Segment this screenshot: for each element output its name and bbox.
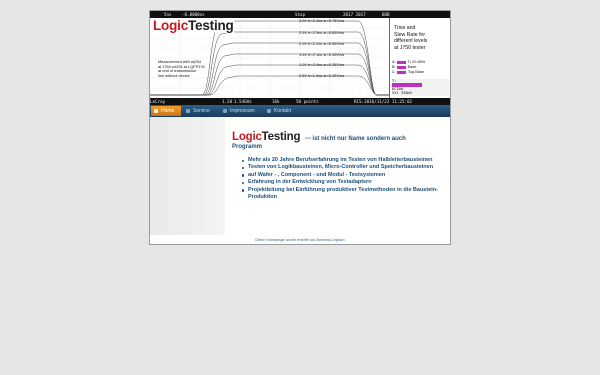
- panel-title: Trise and Slew Rate for different levels…: [394, 25, 428, 51]
- channel-swatch-icon: [396, 70, 406, 74]
- page-headline: LogicTesting --- ist nicht nur Name sond…: [232, 131, 406, 150]
- trace-label: 3.0V tr=2.4ns sr=0.75V/ns: [299, 17, 345, 23]
- logo: LogicTesting: [153, 18, 234, 33]
- scope-info-panel: Trise and Slew Rate for different levels…: [389, 18, 450, 98]
- channel-row: C: Top-Base: [392, 70, 424, 74]
- nav-impressum[interactable]: Impressum: [220, 106, 260, 116]
- list-item: auf Wafer - , Component - und Modul - Te…: [242, 172, 446, 179]
- scope-measurement-readout: T: DC100 VX1 338mV: [392, 79, 449, 96]
- trace-label: 2.0V tr=2.2ns sr=0.55V/ns: [299, 41, 345, 46]
- main-navigation: Home Service Impressum Kontakt: [150, 105, 450, 117]
- list-item: Erfahrung in der Entwicklung von Testada…: [242, 179, 446, 186]
- page-frame: 5ns -0.0000ns Stop 2017 2017 BOB LogicTe…: [149, 10, 451, 245]
- nav-kontakt[interactable]: Kontakt: [264, 106, 300, 116]
- main-content: LogicTesting --- ist nicht nur Name sond…: [232, 127, 446, 201]
- channel-swatch-icon: [396, 60, 406, 64]
- footer-credit: Diese Homepage wurde erstellt von Andrea…: [255, 238, 345, 242]
- trace-label: 1.0V tr=2.0ns sr=0.35V/ns: [299, 62, 345, 67]
- channel-swatch-icon: [396, 65, 406, 69]
- nav-home[interactable]: Home: [151, 106, 181, 116]
- trace-label: 1.5V tr=2.1ns sr=0.45V/ns: [299, 51, 345, 57]
- header-banner-oscilloscope: 5ns -0.0000ns Stop 2017 2017 BOB LogicTe…: [150, 11, 450, 98]
- left-sidebar: [150, 117, 225, 235]
- measurement-note: Measurement with wj334 at J750-ch291 at …: [158, 59, 205, 78]
- scope-brand: LeCroy: [150, 99, 166, 104]
- list-item: Mehr als 20 Jahre Berufserfahrung im Tes…: [242, 157, 446, 164]
- scope-footer-bar: LeCroy 1.20 1.54GHz 16k 50 points RIS:20…: [150, 98, 450, 105]
- trace-label: 0.5V tr=1.9ns sr=0.25V/ns: [299, 73, 345, 78]
- nav-service[interactable]: Service: [183, 106, 217, 116]
- waveform-trace: [150, 75, 389, 96]
- list-item: Testen von Logikbausteinen, Micro-Contro…: [242, 164, 446, 171]
- list-item: Projektleitung bei Einführung produktive…: [242, 187, 446, 202]
- experience-list: Mehr als 20 Jahre Berufserfahrung im Tes…: [242, 157, 446, 201]
- trace-label: 2.5V tr=2.3ns sr=0.65V/ns: [299, 30, 345, 35]
